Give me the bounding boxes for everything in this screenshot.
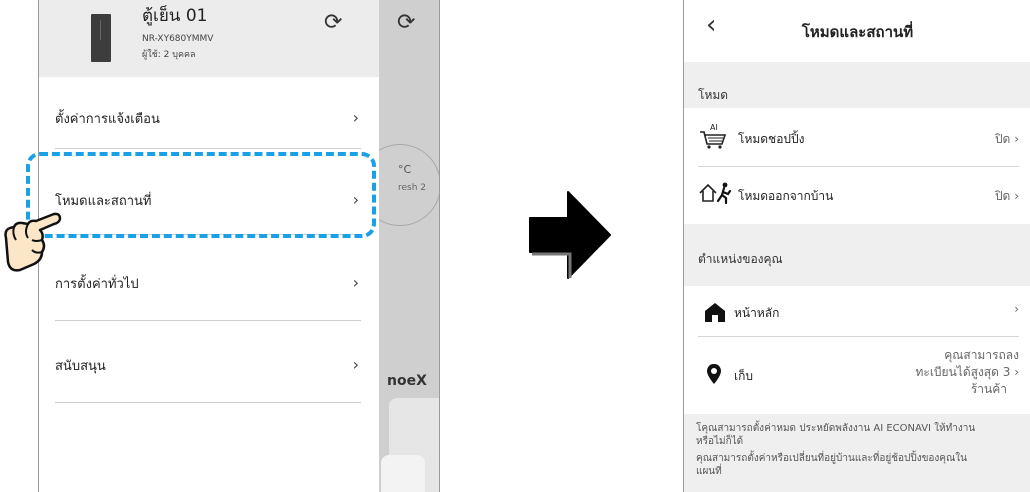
background-home-screen: ⟳ °C resh 2 noeX bbox=[359, 0, 439, 492]
home-location-row[interactable]: หน้าหลัก › bbox=[684, 286, 1030, 336]
pointing-hand-icon bbox=[4, 212, 62, 272]
chevron-right-icon: › bbox=[1014, 132, 1019, 146]
home-label: หน้าหลัก bbox=[734, 306, 780, 320]
section-header-mode: โหมด bbox=[684, 62, 1030, 108]
store-value: คุณสามารถลง ทะเบียนได้สูงสุด 3 › ร้านค้า bbox=[915, 347, 1019, 398]
chevron-right-icon: › bbox=[352, 273, 359, 292]
page-title: โหมดและสถานที่ bbox=[801, 23, 914, 41]
status-text: ปิด bbox=[994, 132, 1011, 146]
chevron-right-icon: › bbox=[352, 108, 359, 127]
brand-text: noeX bbox=[387, 373, 427, 389]
store-value-line: คุณสามารถลง bbox=[944, 348, 1019, 362]
device-name: ตู้เย็น 01 bbox=[142, 6, 208, 26]
background-card-inner bbox=[381, 455, 425, 492]
shopping-mode-row[interactable]: AI โหมดชอปปิ้ง ปิด › bbox=[684, 108, 1030, 166]
chevron-right-icon: › bbox=[352, 355, 359, 374]
highlight-box bbox=[26, 152, 376, 238]
section-label: ตำแหน่งของคุณ bbox=[698, 252, 783, 266]
shopping-cart-icon: AI bbox=[700, 123, 727, 149]
device-users: ผู้ใช้: 2 บุคคล bbox=[142, 50, 196, 60]
device-model: NR-XY680YMMV bbox=[142, 34, 214, 44]
menu-item-notification-settings[interactable]: ตั้งค่าการแจ้งเตือน › bbox=[55, 108, 361, 132]
home-icon bbox=[705, 303, 725, 322]
away-mode-value: ปิด › bbox=[995, 187, 1019, 206]
store-location-row[interactable]: เก็บ คุณสามารถลง ทะเบียนได้สูงสุด 3 › ร้… bbox=[684, 337, 1030, 413]
away-mode-row[interactable]: โหมดออกจากบ้าน ปิด › bbox=[684, 167, 1030, 223]
away-home-icon bbox=[699, 182, 732, 205]
divider bbox=[55, 320, 361, 321]
temperature-unit: °C bbox=[398, 163, 412, 176]
side-drawer-menu: ตู้เย็น 01 NR-XY680YMMV ผู้ใช้: 2 บุคคล … bbox=[39, 0, 379, 492]
divider bbox=[55, 402, 361, 403]
location-pin-icon bbox=[707, 364, 721, 384]
refresh-icon[interactable]: ⟳ bbox=[324, 10, 342, 35]
chevron-right-icon: › bbox=[1014, 302, 1019, 316]
left-phone-screen: ⟳ °C resh 2 noeX ตู้เย็น 01 NR-XY680YMMV… bbox=[38, 0, 440, 492]
menu-item-label: การตั้งค่าทั่วไป bbox=[55, 277, 139, 292]
menu-item-support[interactable]: สนับสนุน › bbox=[55, 355, 361, 379]
footer-line: แผนที่ bbox=[696, 466, 722, 477]
store-value-text: ทะเบียนได้สูงสุด 3 bbox=[915, 365, 1011, 379]
section-header-location: ตำแหน่งของคุณ bbox=[684, 224, 1030, 286]
store-value-line: ร้านค้า bbox=[970, 382, 1007, 396]
top-bar: ‹ โหมดและสถานที่ bbox=[684, 0, 1030, 62]
divider bbox=[55, 148, 361, 149]
section-label: โหมด bbox=[698, 88, 729, 102]
store-value-line: ทะเบียนได้สูงสุด 3 › bbox=[915, 364, 1019, 381]
fridge-mode-text: resh 2 bbox=[398, 183, 427, 193]
footer-line: โคุณสามารถตั้งค่าหมด ประหยัดพลังงาน AI E… bbox=[696, 423, 976, 434]
footer-note: โคุณสามารถตั้งค่าหมด ประหยัดพลังงาน AI E… bbox=[684, 414, 1030, 492]
refresh-icon: ⟳ bbox=[397, 10, 416, 35]
menu-item-label: สนับสนุน bbox=[55, 359, 106, 374]
footer-line: หรือไม่ก็ได้ bbox=[696, 436, 744, 447]
chevron-right-icon: › bbox=[1014, 189, 1019, 203]
shopping-mode-label: โหมดชอปปิ้ง bbox=[738, 132, 805, 146]
menu-item-label: ตั้งค่าการแจ้งเตือน bbox=[55, 112, 160, 127]
store-label: เก็บ bbox=[734, 369, 753, 383]
menu-item-general-settings[interactable]: การตั้งค่าทั่วไป › bbox=[55, 273, 361, 297]
status-text: ปิด bbox=[994, 189, 1011, 203]
device-header: ตู้เย็น 01 NR-XY680YMMV ผู้ใช้: 2 บุคคล … bbox=[39, 0, 379, 77]
away-mode-label: โหมดออกจากบ้าน bbox=[738, 189, 834, 203]
ai-badge: AI bbox=[710, 123, 718, 132]
fridge-image bbox=[91, 14, 111, 62]
footer-line: คุณสามารถตั้งค่าหรือเปลี่ยนที่อยู่บ้านแล… bbox=[696, 453, 967, 464]
arrow-right-icon bbox=[529, 191, 611, 279]
shopping-mode-value: ปิด › bbox=[995, 130, 1019, 149]
right-phone-screen: ‹ โหมดและสถานที่ โหมด AI โหมดชอปปิ้ง ปิด… bbox=[683, 0, 1030, 492]
chevron-right-icon: › bbox=[1014, 365, 1019, 379]
